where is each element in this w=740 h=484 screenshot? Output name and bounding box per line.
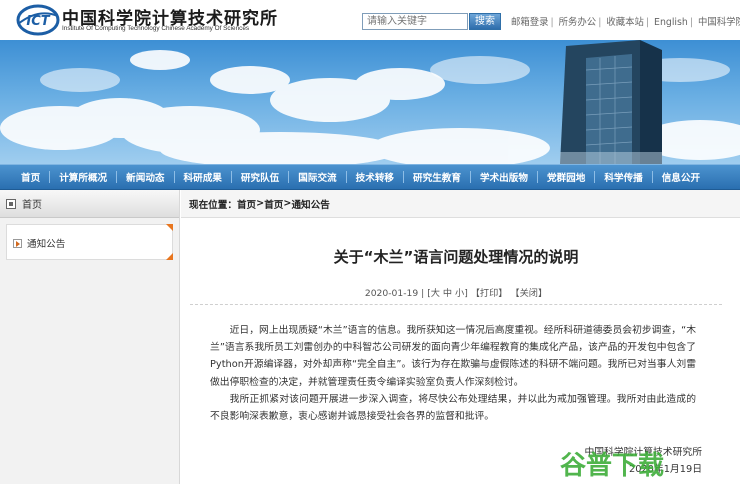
search-button[interactable]: 搜索: [469, 13, 501, 30]
top-links: 邮箱登录| 所务办公| 收藏本站| English| 中国科学院: [511, 14, 740, 28]
sidebar-menu: 通知公告: [6, 224, 173, 260]
article-title: 关于“木兰”语言问题处理情况的说明: [333, 248, 579, 266]
banner-image: [0, 40, 740, 164]
home-icon: [6, 198, 16, 209]
breadcrumb-sep: >: [256, 198, 265, 209]
link-cas[interactable]: 中国科学院: [698, 17, 740, 28]
sidebar-item-notices[interactable]: 通知公告: [13, 236, 65, 250]
sidebar: 首页 通知公告: [0, 190, 180, 484]
sidebar-heading-label: 首页: [22, 200, 42, 211]
sidebar-item-label: 通知公告: [27, 239, 66, 250]
watermark-text: 谷普下载: [560, 450, 664, 481]
article-paragraph: 近日，网上出现质疑“木兰”语言的信息。我所获知这一情况后高度重视。经所科研道德委…: [210, 325, 696, 388]
breadcrumb-label: 现在位置：: [189, 199, 237, 211]
ict-logo: ICT: [16, 4, 60, 36]
article-date: 2020-01-19: [364, 288, 419, 299]
link-bookmark[interactable]: 收藏本站: [606, 17, 644, 28]
link-english[interactable]: English: [654, 17, 688, 28]
breadcrumb-home-1[interactable]: 首页: [237, 197, 256, 211]
font-size-switch[interactable]: 大 中 小: [431, 288, 464, 299]
institute-name-en: Institute Of Computing Technology Chines…: [62, 25, 250, 32]
svg-text:ICT: ICT: [26, 14, 50, 29]
main-nav: 首页 计算所概况 新闻动态 科研成果 研究队伍 国际交流 技术转移 研究生教育 …: [0, 164, 740, 190]
watermark-logo: 谷普下载: [560, 450, 664, 481]
divider: [190, 304, 722, 305]
nav-outreach[interactable]: 科学传播: [595, 170, 651, 184]
article-body: 近日，网上出现质疑“木兰”语言的信息。我所获知这一情况后高度重视。经所科研道德委…: [210, 322, 696, 425]
sidebar-heading: 首页: [0, 190, 179, 218]
banner-illustration: [0, 40, 740, 164]
nav-research[interactable]: 科研成果: [175, 170, 231, 184]
nav-disclosure[interactable]: 信息公开: [653, 170, 709, 184]
nav-about[interactable]: 计算所概况: [50, 170, 116, 184]
close-link[interactable]: 【关闭】: [510, 288, 547, 299]
nav-party[interactable]: 党群园地: [538, 170, 594, 184]
link-office[interactable]: 所务办公: [559, 17, 597, 28]
breadcrumb-notices[interactable]: 通知公告: [291, 197, 329, 211]
nav-news[interactable]: 新闻动态: [117, 170, 173, 184]
nav-list: 首页 计算所概况 新闻动态 科研成果 研究队伍 国际交流 技术转移 研究生教育 …: [0, 165, 740, 189]
nav-home[interactable]: 首页: [12, 170, 49, 184]
link-mail-login[interactable]: 邮箱登录: [511, 17, 549, 28]
breadcrumb: 现在位置： 首页 > 首页 > 通知公告: [181, 190, 740, 218]
search-input[interactable]: [362, 13, 468, 30]
article-paragraph: 我所正抓紧对该问题开展进一步深入调查，将尽快公布处理结果，并以此为戒加强管理。我…: [210, 393, 696, 423]
article-meta: 2020-01-19 | [大 中 小] 【打印】 【关闭】: [364, 288, 548, 299]
nav-publications[interactable]: 学术出版物: [471, 170, 537, 184]
top-bar: ICT 中国科学院计算技术研究所 Institute Of Computing …: [0, 0, 740, 40]
arrow-right-icon: [13, 238, 22, 248]
print-link[interactable]: 【打印】: [471, 288, 508, 299]
article: 关于“木兰”语言问题处理情况的说明 2020-01-19 | [大 中 小] 【…: [190, 222, 722, 484]
nav-education[interactable]: 研究生教育: [404, 170, 470, 184]
breadcrumb-home-2[interactable]: 首页: [264, 197, 283, 211]
nav-international[interactable]: 国际交流: [289, 170, 345, 184]
nav-transfer[interactable]: 技术转移: [347, 170, 403, 184]
breadcrumb-sep: >: [283, 198, 292, 209]
nav-team[interactable]: 研究队伍: [232, 170, 288, 184]
